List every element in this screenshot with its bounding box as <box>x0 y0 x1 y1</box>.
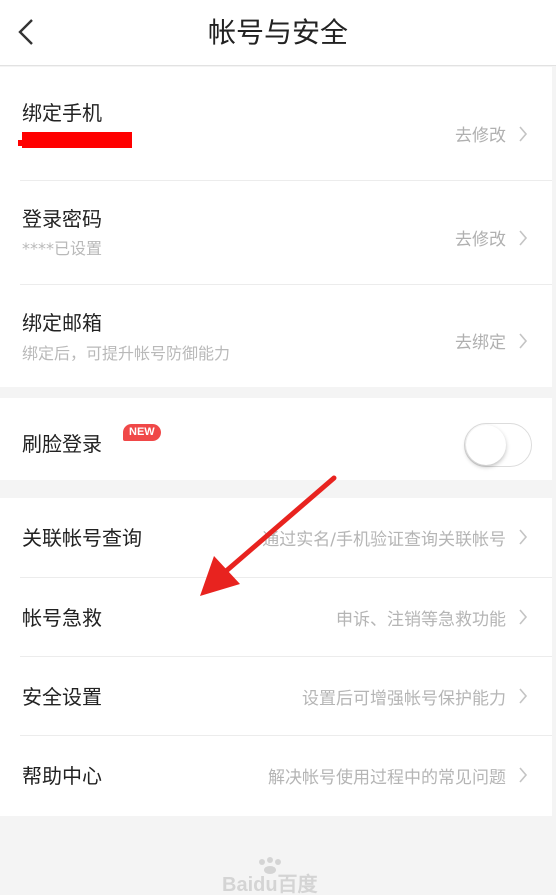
chevron-right-icon <box>519 609 528 625</box>
chevron-right-icon <box>519 767 528 783</box>
chevron-right-icon <box>519 333 528 349</box>
row-title: 帮助中心 <box>22 764 102 788</box>
row-title: 绑定邮箱 <box>22 311 102 335</box>
chevron-right-icon <box>519 126 528 142</box>
row-title: 绑定手机 <box>22 101 102 125</box>
chevron-right-icon <box>519 688 528 704</box>
account-tools-group: 关联帐号查询 通过实名/手机验证查询关联帐号 帐号急救 申诉、注销等急救功能 安… <box>0 498 552 816</box>
baidu-watermark: Baidu百度 <box>222 856 332 895</box>
chevron-right-icon <box>519 230 528 246</box>
row-title: 登录密码 <box>22 207 102 231</box>
password-status: ****已设置 <box>22 239 103 258</box>
row-login-password[interactable]: 登录密码 ****已设置 去修改 <box>0 181 552 285</box>
row-account-rescue[interactable]: 帐号急救 申诉、注销等急救功能 <box>0 578 552 657</box>
bind-email-action[interactable]: 去绑定 <box>455 328 506 353</box>
page-title: 帐号与安全 <box>207 16 348 49</box>
row-desc: 设置后可增强帐号保护能力 <box>302 689 506 709</box>
row-linked-account-query[interactable]: 关联帐号查询 通过实名/手机验证查询关联帐号 <box>0 498 552 578</box>
row-title: 帐号急救 <box>22 606 102 630</box>
edit-phone-action[interactable]: 去修改 <box>455 121 506 146</box>
row-desc: 通过实名/手机验证查询关联帐号 <box>262 530 506 550</box>
row-desc: 申诉、注销等急救功能 <box>336 610 506 630</box>
row-bind-phone[interactable]: 绑定手机 去修改 <box>0 67 552 181</box>
row-bind-email[interactable]: 绑定邮箱 绑定后，可提升帐号防御能力 去绑定 <box>0 285 552 387</box>
account-binding-group: 绑定手机 去修改 登录密码 ****已设置 去修改 绑定邮箱 绑定后，可提升帐号… <box>0 67 552 387</box>
row-desc: 解决帐号使用过程中的常见问题 <box>268 768 506 788</box>
face-login-title: 刷脸登录 <box>22 432 102 456</box>
edit-password-action[interactable]: 去修改 <box>455 225 506 250</box>
row-title: 安全设置 <box>22 685 102 709</box>
face-login-toggle[interactable] <box>464 423 532 467</box>
redaction-mark <box>18 140 32 146</box>
redaction-mark <box>22 132 132 148</box>
row-title: 关联帐号查询 <box>22 526 142 550</box>
email-hint: 绑定后，可提升帐号防御能力 <box>22 344 231 363</box>
new-badge: NEW <box>123 424 161 441</box>
nav-header: 帐号与安全 <box>0 0 556 66</box>
row-help-center[interactable]: 帮助中心 解决帐号使用过程中的常见问题 <box>0 736 552 816</box>
watermark-text: Baidu百度 <box>222 874 318 895</box>
row-security-settings[interactable]: 安全设置 设置后可增强帐号保护能力 <box>0 657 552 736</box>
toggle-knob <box>466 425 506 465</box>
chevron-right-icon <box>519 529 528 545</box>
